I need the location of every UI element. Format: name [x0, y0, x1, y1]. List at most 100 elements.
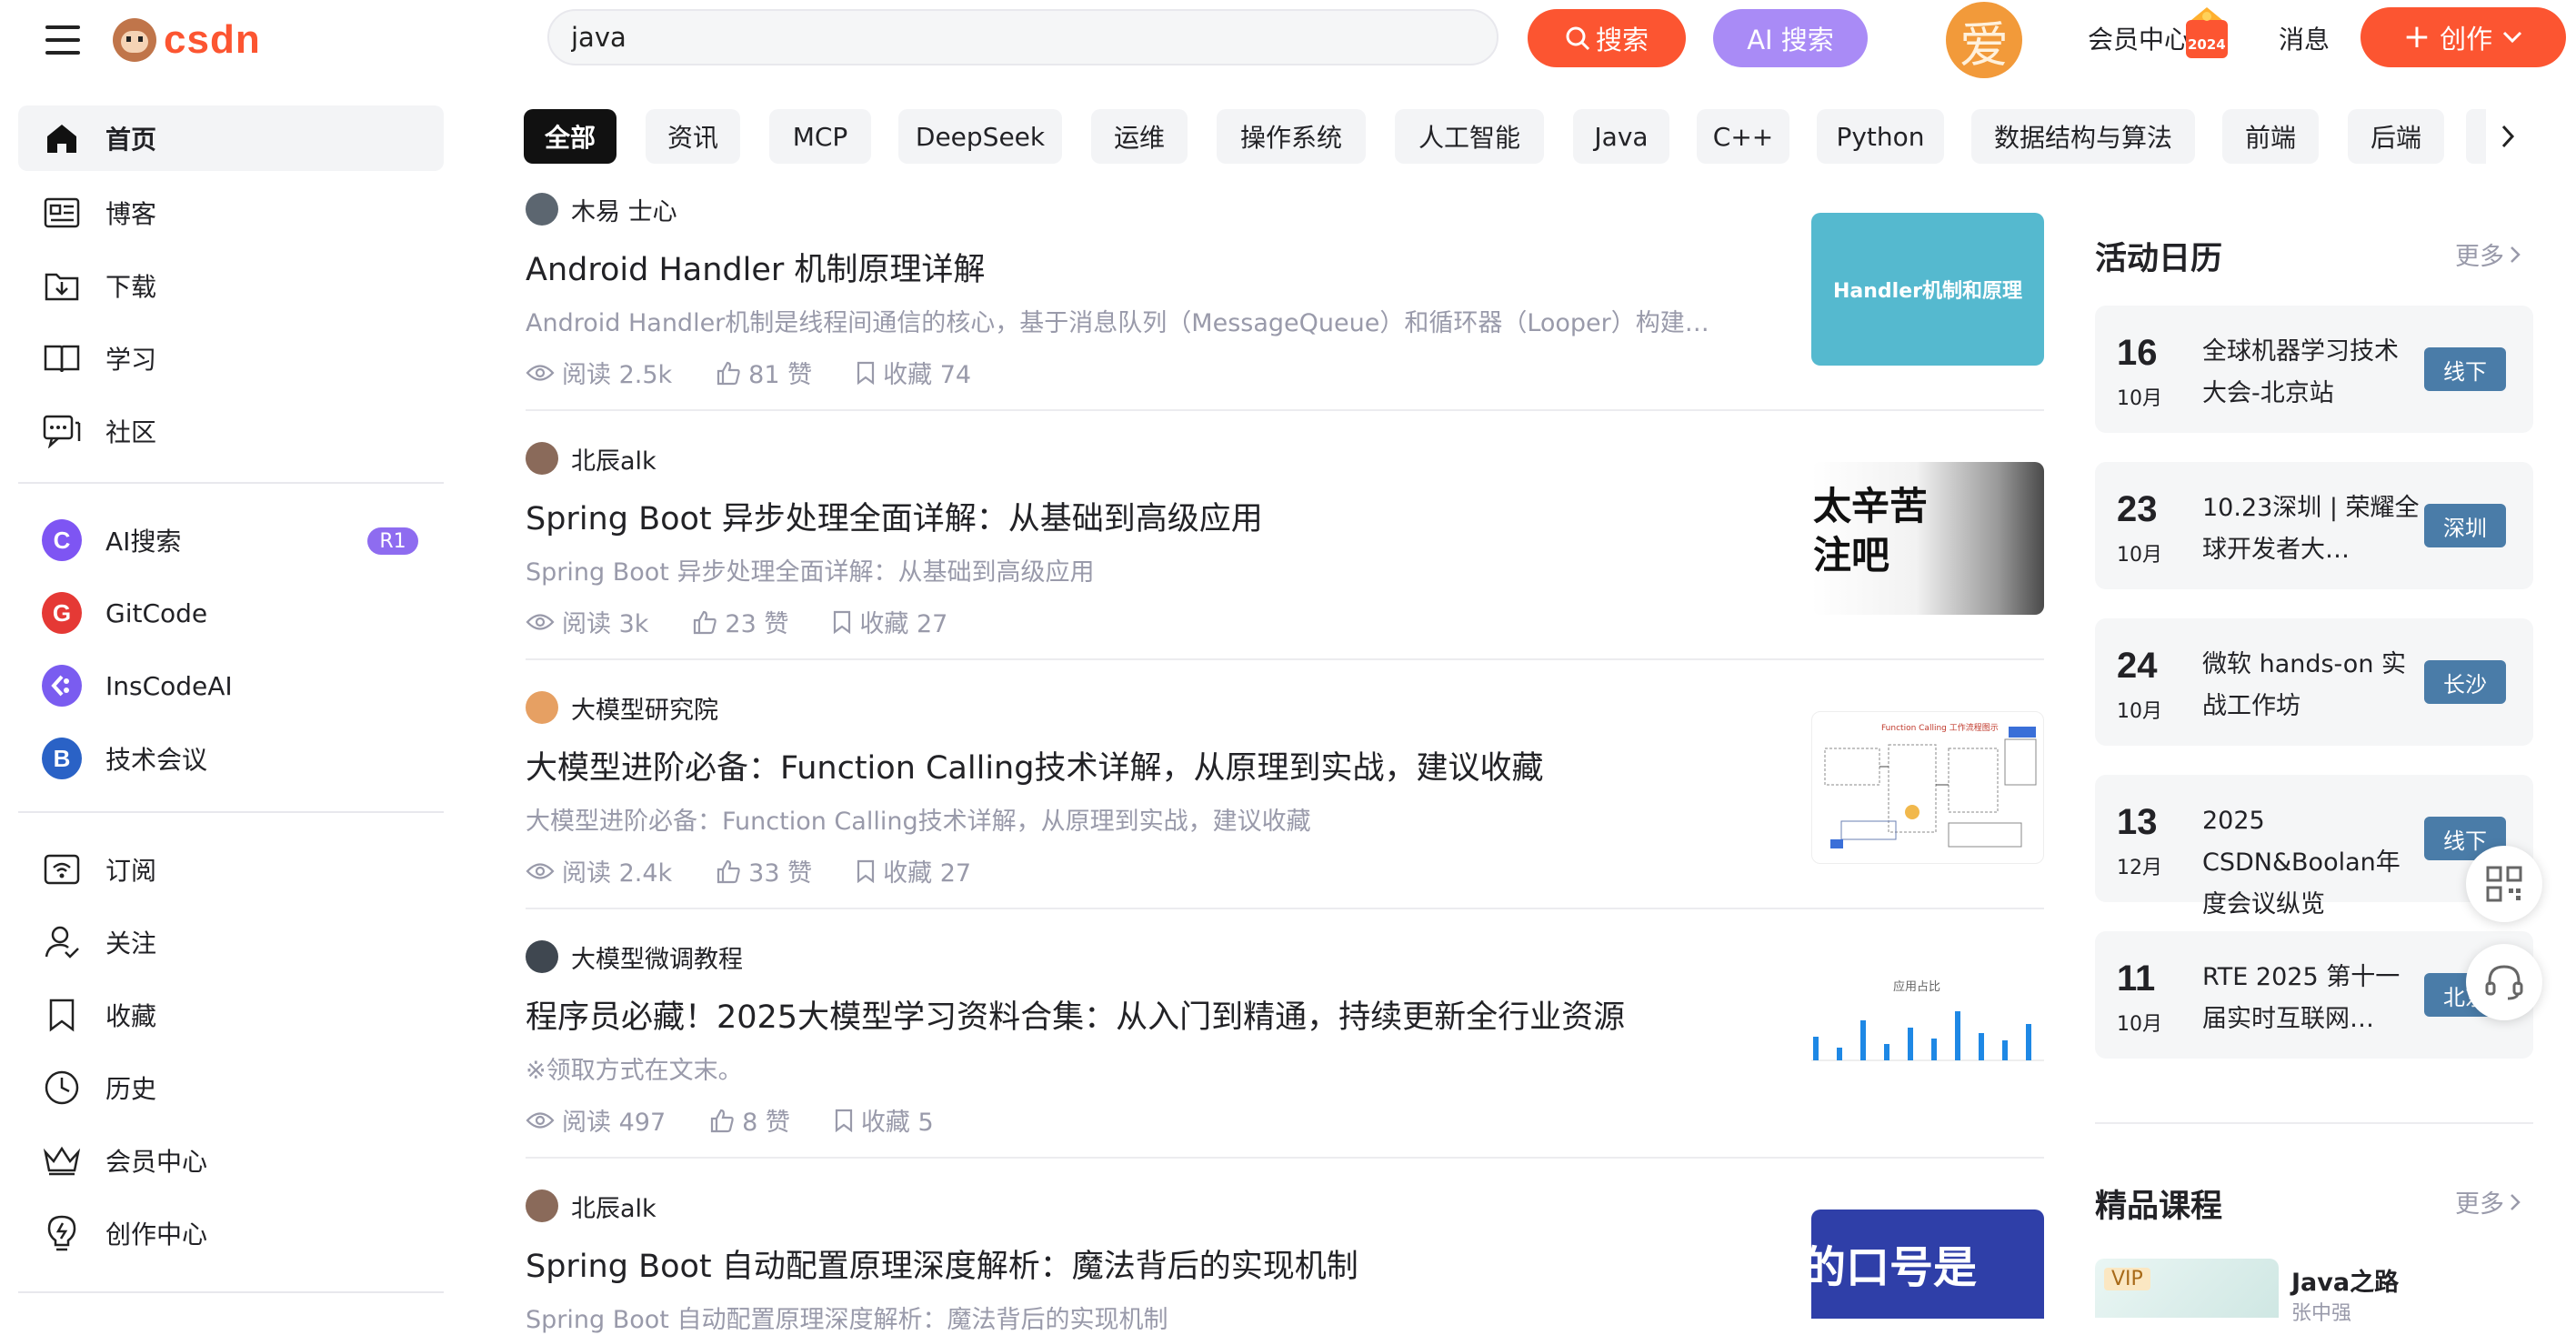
bookmark-icon	[834, 610, 851, 634]
tab-ai[interactable]: 人工智能	[1395, 109, 1544, 164]
course-name[interactable]: Java之路	[2291, 1262, 2399, 1298]
search-box[interactable]	[547, 9, 1498, 65]
sidebar-item-download[interactable]: 下载	[18, 253, 444, 318]
gitcode-logo-letter: G	[52, 598, 72, 627]
like-count[interactable]: 23 赞	[692, 604, 788, 639]
event-card[interactable]: 23 10月 10.23深圳 | 荣耀全球开发者大… 深圳	[2095, 462, 2533, 589]
sidebar-item-creator-center[interactable]: 创作中心	[18, 1200, 444, 1266]
search-input[interactable]	[549, 11, 1462, 64]
like-count[interactable]: 33 赞	[716, 853, 812, 888]
tab-news[interactable]: 资讯	[646, 109, 740, 164]
sidebar-item-vip-center[interactable]: 会员中心	[18, 1128, 444, 1193]
tab-data-structures[interactable]: 数据结构与算法	[1971, 109, 2195, 164]
conference-logo-circle: B	[42, 738, 82, 779]
sidebar-item-ai-search[interactable]: C AI搜索 R1	[18, 507, 444, 573]
sidebar-item-subscribe[interactable]: 订阅	[18, 837, 444, 902]
sidebar-item-favorites[interactable]: 收藏	[18, 982, 444, 1048]
article-thumbnail[interactable]: 的口号是	[1811, 1210, 2044, 1319]
thumbnail-text: Handler机制和原理	[1833, 280, 2022, 303]
community-icon	[42, 411, 82, 451]
book-icon	[42, 338, 82, 378]
sidebar-item-follow[interactable]: 关注	[18, 909, 444, 975]
plus-icon: +	[2402, 18, 2431, 55]
chevron-right-icon[interactable]	[2490, 118, 2526, 155]
qr-code-button[interactable]	[2466, 846, 2542, 922]
article-card[interactable]: 北辰alk Spring Boot 异步处理全面详解：从基础到高级应用 Spri…	[526, 440, 2044, 639]
article-card[interactable]: 木易 士心 Android Handler 机制原理详解 Android Han…	[526, 191, 2044, 390]
calendar-more-link[interactable]: 更多	[2455, 236, 2521, 272]
article-thumbnail[interactable]: 太辛苦 注吧	[1811, 462, 2044, 615]
sidebar-item-history[interactable]: 历史	[18, 1055, 444, 1120]
tab-backend[interactable]: 后端	[2348, 109, 2444, 164]
tab-java[interactable]: Java	[1573, 109, 1669, 164]
fav-count-text: 收藏 74	[883, 361, 972, 389]
user-avatar[interactable]: 爱	[1946, 2, 2022, 78]
fav-count-text: 收藏 5	[860, 1109, 934, 1137]
search-button[interactable]: 搜索	[1528, 9, 1686, 67]
vip-year: 2024	[2188, 36, 2226, 53]
article-card[interactable]: 大模型微调教程 程序员必藏！2025大模型学习资料合集：从入门到精通，持续更新全…	[526, 939, 2044, 1138]
csdn-logo[interactable]: csdn	[113, 13, 261, 67]
article-title[interactable]: 大模型进阶必备：Function Calling技术详解，从原理到实战，建议收藏	[526, 742, 1771, 788]
article-title[interactable]: Android Handler 机制原理详解	[526, 244, 1771, 290]
like-count[interactable]: 8 赞	[709, 1102, 790, 1138]
article-title[interactable]: Spring Boot 异步处理全面详解：从基础到高级应用	[526, 493, 1771, 539]
menu-icon[interactable]	[45, 25, 80, 55]
tab-mcp[interactable]: MCP	[769, 109, 871, 164]
sidebar-item-gitcode[interactable]: G GitCode	[18, 580, 444, 646]
fav-count[interactable]: 收藏 27	[856, 853, 971, 888]
sidebar-item-learn[interactable]: 学习	[18, 326, 444, 391]
fav-count[interactable]: 收藏 5	[834, 1102, 934, 1138]
tab-cpp[interactable]: C++	[1697, 109, 1789, 164]
sidebar-item-label: 首页	[105, 125, 157, 155]
tab-devops[interactable]: 运维	[1091, 109, 1188, 164]
sidebar-item-blog[interactable]: 博客	[18, 180, 444, 246]
author-avatar	[526, 691, 558, 724]
bar-chart-graphic	[1811, 1011, 2044, 1061]
event-tag: 深圳	[2424, 504, 2506, 547]
subscribe-icon	[42, 849, 82, 889]
sidebar-item-community[interactable]: 社区	[18, 398, 444, 464]
ai-search-button[interactable]: AI 搜索	[1713, 9, 1868, 67]
article-thumbnail[interactable]: Function Calling 工作流程图示	[1811, 711, 2044, 864]
vip-center-link[interactable]: 会员中心	[2088, 20, 2190, 56]
tab-python[interactable]: Python	[1817, 109, 1944, 164]
article-thumbnail[interactable]: 应用占比	[1811, 960, 2044, 1113]
event-card[interactable]: 16 10月 全球机器学习技术大会-北京站 线下	[2095, 306, 2533, 433]
course-thumbnail[interactable]: VIP	[2095, 1259, 2279, 1318]
create-button[interactable]: + 创作	[2360, 7, 2566, 67]
like-count[interactable]: 81 赞	[716, 355, 812, 390]
bookmark-icon	[857, 361, 875, 385]
like-count-text: 81 赞	[748, 361, 813, 389]
sidebar-item-home[interactable]: 首页	[18, 105, 444, 171]
eye-icon	[526, 862, 555, 879]
author-name: 大模型研究院	[571, 696, 718, 725]
thumbnail-text: 太辛苦 注吧	[1813, 484, 1929, 577]
like-count-text: 8 赞	[742, 1109, 790, 1137]
eye-icon	[526, 613, 555, 630]
event-card[interactable]: 24 10月 微软 hands-on 实战工作坊 长沙	[2095, 618, 2533, 746]
article-card[interactable]: 北辰alk Spring Boot 自动配置原理深度解析：魔法背后的实现机制 S…	[526, 1188, 2044, 1335]
article-title[interactable]: Spring Boot 自动配置原理深度解析：魔法背后的实现机制	[526, 1240, 1771, 1287]
tab-frontend[interactable]: 前端	[2222, 109, 2319, 164]
read-count: 阅读 3k	[526, 604, 648, 639]
inscode-logo-icon	[42, 665, 82, 707]
author-name: 北辰alk	[571, 447, 657, 476]
fav-count[interactable]: 收藏 74	[856, 355, 971, 390]
sidebar-item-tech-conference[interactable]: B 技术会议	[18, 726, 444, 791]
fav-count[interactable]: 收藏 27	[832, 604, 947, 639]
sidebar-item-inscodeai[interactable]: InsCodeAI	[18, 653, 444, 718]
messages-link[interactable]: 消息	[2279, 20, 2330, 56]
tab-deepseek[interactable]: DeepSeek	[898, 109, 1062, 164]
tab-all[interactable]: 全部	[524, 109, 616, 164]
courses-more-link[interactable]: 更多	[2455, 1184, 2521, 1220]
sidebar-item-label: 关注	[105, 928, 157, 959]
ai-search-label: AI 搜索	[1747, 25, 1834, 55]
customer-service-button[interactable]	[2466, 944, 2542, 1020]
history-icon	[42, 1068, 82, 1108]
article-thumbnail[interactable]: Handler机制和原理	[1811, 213, 2044, 366]
ai-search-logo-icon: C	[42, 519, 82, 561]
article-title[interactable]: 程序员必藏！2025大模型学习资料合集：从入门到精通，持续更新全行业资源	[526, 991, 1771, 1038]
tab-os[interactable]: 操作系统	[1217, 109, 1366, 164]
article-card[interactable]: 大模型研究院 大模型进阶必备：Function Calling技术详解，从原理到…	[526, 689, 2044, 888]
